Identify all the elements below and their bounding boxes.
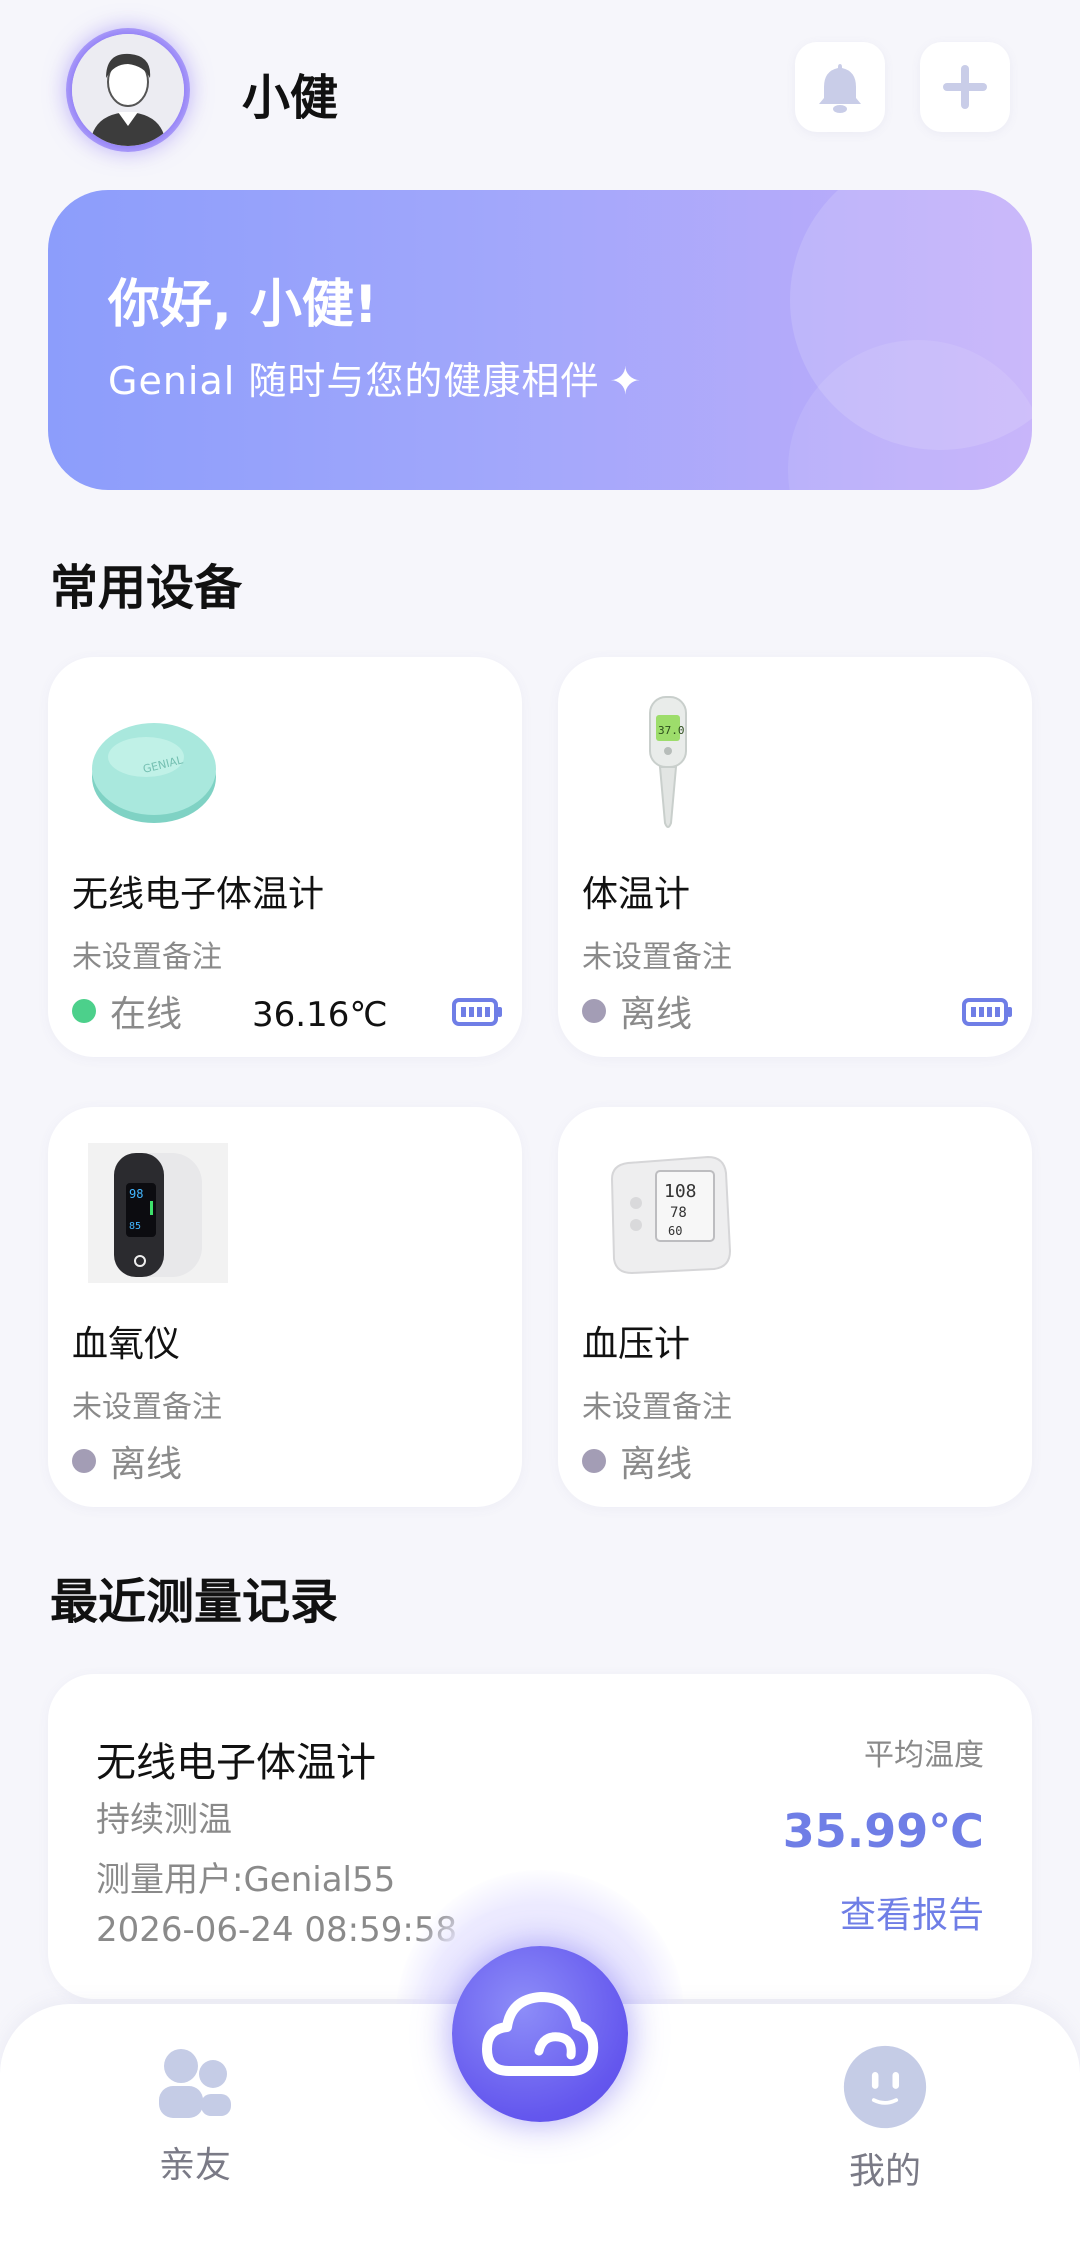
status-text: 离线 — [620, 1444, 693, 1485]
notification-button[interactable] — [795, 42, 885, 132]
device-name: 无线电子体温计 — [72, 874, 325, 915]
record-mode: 持续测温 — [96, 1800, 232, 1840]
nav-item-mine[interactable]: 我的 — [805, 2044, 965, 2194]
devices-section-title: 常用设备 — [50, 560, 243, 616]
status-text: 离线 — [110, 1444, 183, 1485]
svg-text:98: 98 — [129, 1187, 143, 1201]
device-name: 血压计 — [582, 1324, 691, 1365]
average-temperature-value: 35.99℃ — [782, 1804, 984, 1858]
svg-text:85: 85 — [129, 1221, 141, 1232]
banner-greeting: 你好, 小健! — [108, 275, 378, 335]
device-status: 离线 — [582, 991, 692, 1035]
bell-icon — [819, 64, 861, 113]
profile-face-icon — [843, 2045, 927, 2129]
user-silhouette-icon — [72, 34, 184, 146]
avatar[interactable] — [66, 28, 190, 152]
device-temperature: 36.16℃ — [252, 995, 388, 1035]
device-note: 未设置备注 — [72, 940, 222, 975]
svg-text:108: 108 — [664, 1181, 697, 1202]
device-card[interactable]: 37.0 体温计 未设置备注 离线 — [558, 657, 1032, 1057]
offline-dot-icon — [72, 1449, 96, 1473]
friends-icon — [159, 2049, 231, 2118]
device-card[interactable]: GENIAL 无线电子体温计 未设置备注 在线 36.16℃ — [48, 657, 522, 1057]
nav-label-friends: 亲友 — [158, 2145, 231, 2186]
top-header: 小健 — [0, 0, 1080, 180]
svg-text:78: 78 — [670, 1205, 687, 1221]
device-status: 在线 — [72, 991, 182, 1035]
plus-icon — [943, 65, 987, 109]
device-name: 血氧仪 — [72, 1324, 181, 1365]
blood-pressure-monitor-icon: 108 78 60 — [598, 1143, 738, 1283]
battery-icon — [452, 997, 504, 1027]
banner-subtitle: Genial 随时与您的健康相伴 ✦ — [108, 350, 642, 405]
online-dot-icon — [72, 999, 96, 1023]
record-user: 测量用户:Genial55 — [96, 1860, 396, 1900]
device-status: 离线 — [72, 1441, 182, 1485]
welcome-banner: 你好, 小健! Genial 随时与您的健康相伴 ✦ — [48, 190, 1032, 490]
device-name: 体温计 — [582, 874, 691, 915]
center-home-button[interactable] — [452, 1946, 628, 2122]
offline-dot-icon — [582, 1449, 606, 1473]
temperature-patch-icon: GENIAL — [88, 693, 228, 833]
record-device-name: 无线电子体温计 — [96, 1740, 376, 1786]
device-note: 未设置备注 — [72, 1390, 222, 1425]
device-note: 未设置备注 — [582, 1390, 732, 1425]
nav-item-friends[interactable]: 亲友 — [115, 2044, 275, 2194]
battery-icon — [962, 997, 1014, 1027]
device-card[interactable]: 98 85 血氧仪 未设置备注 离线 — [48, 1107, 522, 1507]
status-text: 在线 — [110, 994, 183, 1035]
sparkle-icon: ✦ — [609, 359, 643, 403]
pulse-oximeter-icon: 98 85 — [88, 1143, 228, 1283]
device-status: 离线 — [582, 1441, 692, 1485]
records-section-title: 最近测量记录 — [50, 1574, 339, 1630]
view-report-link[interactable]: 查看报告 — [840, 1886, 984, 1938]
svg-text:37.0: 37.0 — [658, 724, 685, 737]
nav-label-mine: 我的 — [848, 2151, 921, 2192]
avatar-image — [72, 34, 184, 146]
digital-thermometer-icon: 37.0 — [598, 693, 738, 833]
svg-text:60: 60 — [668, 1224, 682, 1238]
add-device-button[interactable] — [920, 42, 1010, 132]
device-note: 未设置备注 — [582, 940, 732, 975]
record-time: 2026-06-24 08:59:58 — [96, 1910, 458, 1950]
banner-subtitle-text: Genial 随时与您的健康相伴 — [108, 359, 600, 403]
user-name: 小健 — [242, 70, 339, 126]
device-card[interactable]: 108 78 60 血压计 未设置备注 离线 — [558, 1107, 1032, 1507]
average-temperature-label: 平均温度 — [864, 1738, 984, 1773]
status-text: 离线 — [620, 994, 693, 1035]
cloud-icon — [482, 1992, 599, 2076]
offline-dot-icon — [582, 999, 606, 1023]
